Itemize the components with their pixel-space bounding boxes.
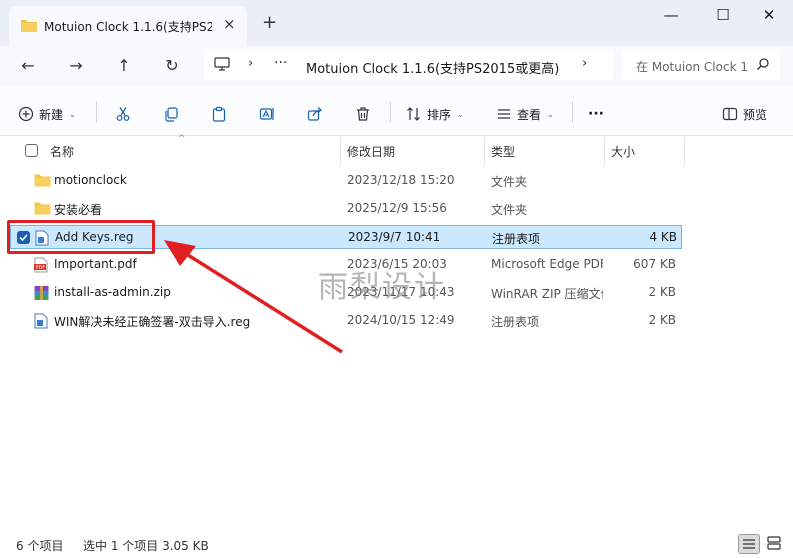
tiles-view-button[interactable]	[764, 534, 786, 554]
details-view-icon	[743, 539, 755, 549]
tiles-view-icon	[767, 536, 781, 550]
status-bar: 6 个项目 选中 1 个项目 3.05 KB	[0, 530, 793, 558]
item-count: 6 个项目	[16, 539, 64, 553]
selection-info: 选中 1 个项目 3.05 KB	[83, 539, 209, 553]
annotation-arrow	[164, 240, 343, 354]
details-view-button[interactable]	[738, 534, 760, 554]
